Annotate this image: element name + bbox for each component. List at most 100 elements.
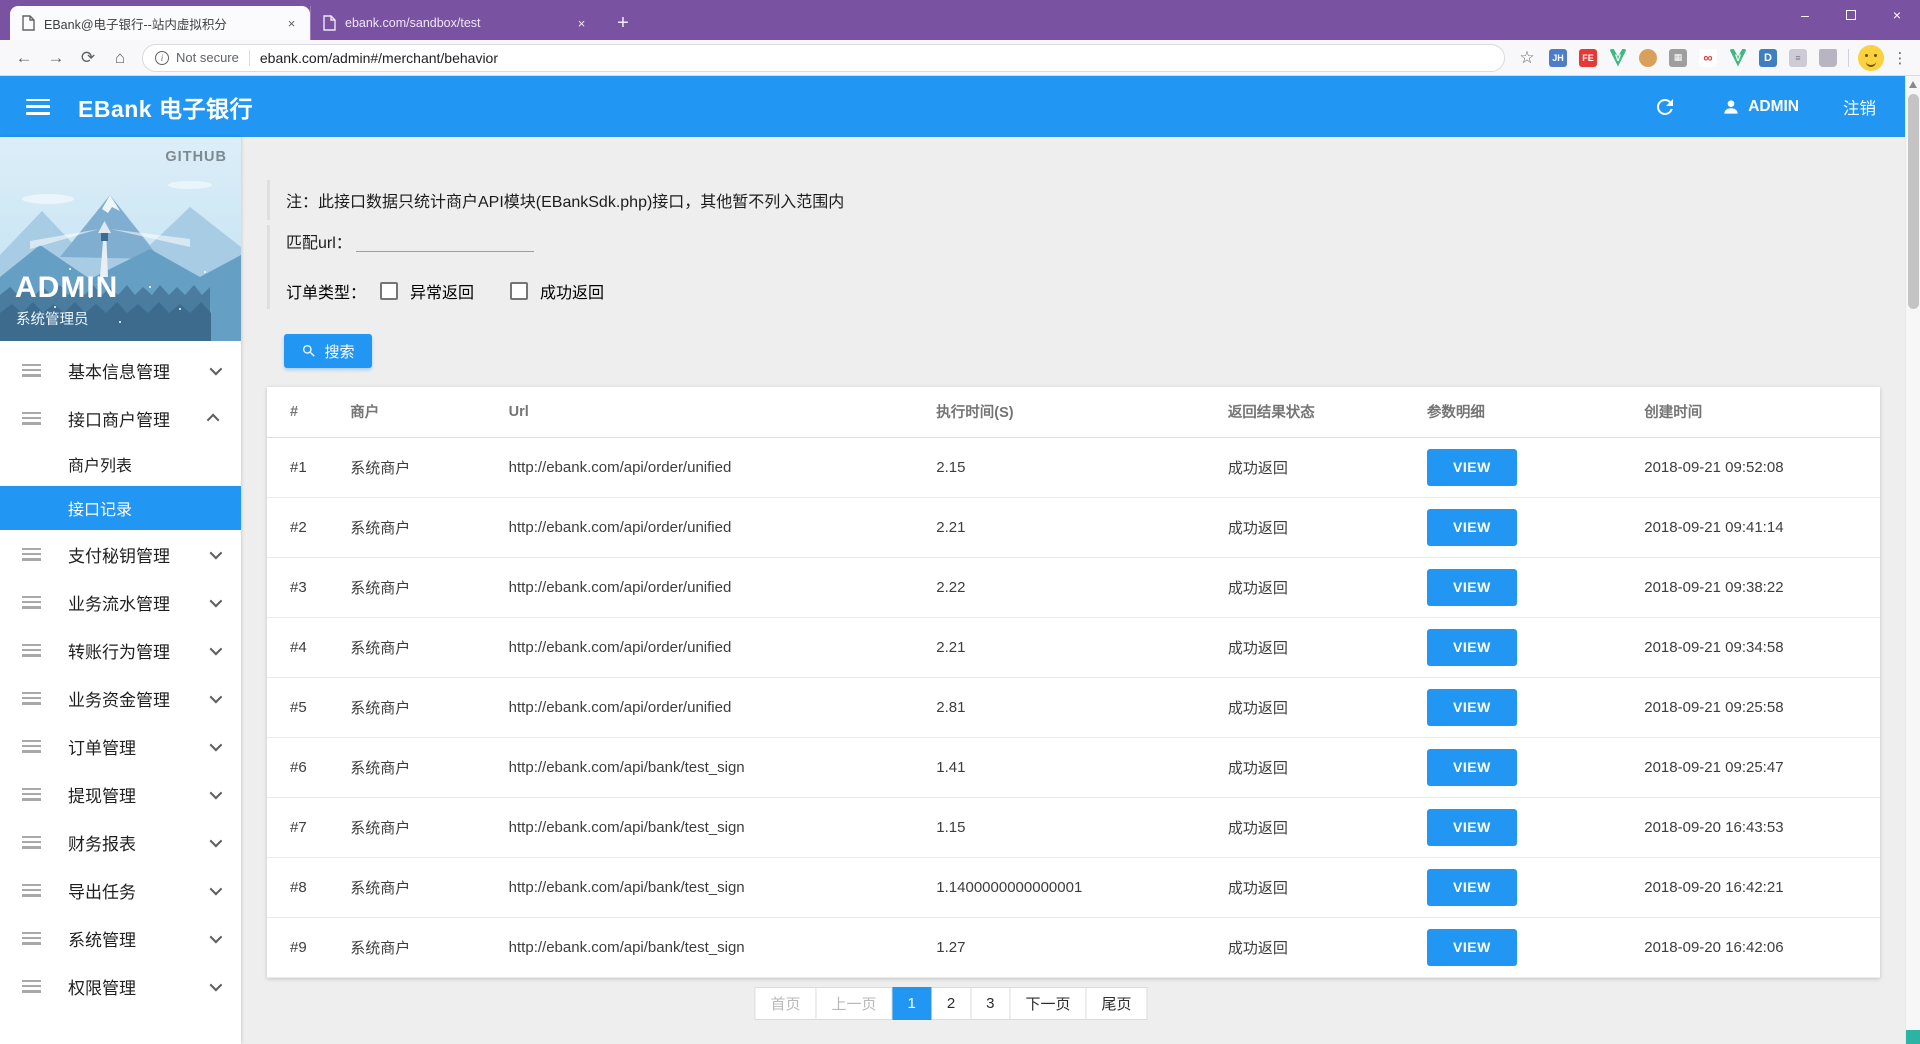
tab-close-icon[interactable]: × [283,15,300,32]
sidebar-subitem-merchant-list[interactable]: 商户列表 [0,442,241,486]
logout-button[interactable]: 注销 [1843,95,1876,119]
refresh-icon[interactable] [1653,95,1677,119]
extension-d-icon[interactable]: D [1756,46,1780,70]
created-cell: 2018-09-20 16:42:06 [1640,917,1880,978]
pagination-page-3[interactable]: 3 [971,987,1011,1020]
sidebar-item-permission-management[interactable]: 权限管理 [0,962,241,1010]
exec-time-cell: 2.21 [932,617,1224,678]
extension-vue-devtools-icon[interactable]: V [1726,46,1750,70]
sidebar-item-withdrawal[interactable]: 提现管理 [0,770,241,818]
main-content: 注：此接口数据只统计商户API模块(EBankSdk.php)接口，其他暂不列入… [241,137,1920,1044]
current-user[interactable]: ADMIN [1721,97,1799,117]
sidebar-item-transfer-behavior[interactable]: 转账行为管理 [0,626,241,674]
view-button[interactable]: VIEW [1426,868,1517,906]
window-restore-button[interactable] [1828,0,1874,30]
extension-cookie-icon[interactable] [1636,46,1660,70]
pagination-page-1[interactable]: 1 [892,987,932,1020]
sidebar-subitem-interface-records[interactable]: 接口记录 [0,486,241,530]
scrollbar-thumb[interactable] [1908,94,1919,309]
extension-vue-icon[interactable]: V [1606,46,1630,70]
row-id-cell: #5 [267,677,347,738]
url-cell: http://ebank.com/api/bank/test_sign [504,857,933,918]
sidebar-item-system-management[interactable]: 系统管理 [0,914,241,962]
success-return-label: 成功返回 [540,285,605,302]
view-button[interactable]: VIEW [1426,628,1517,666]
extension-infinity-icon[interactable]: ∞ [1696,46,1720,70]
search-button[interactable]: 搜索 [284,334,372,368]
status-cell: 成功返回 [1223,917,1423,978]
status-cell: 成功返回 [1223,797,1423,858]
pagination-page-2[interactable]: 2 [931,987,972,1020]
view-button[interactable]: VIEW [1426,688,1517,726]
window-close-button[interactable]: × [1874,0,1920,30]
merchant-cell: 系统商户 [346,497,505,558]
browser-tab-inactive[interactable]: ebank.com/sandbox/test × [310,6,600,40]
browser-tab-bar: EBank@电子银行--站内虚拟积分 × ebank.com/sandbox/t… [0,0,1920,40]
sidebar-item-financial-reports[interactable]: 财务报表 [0,818,241,866]
merchant-cell: 系统商户 [346,917,505,978]
view-button[interactable]: VIEW [1426,568,1517,606]
page-scrollbar[interactable] [1905,76,1920,1044]
extension-notes-icon[interactable]: ≡ [1786,46,1810,70]
chrome-menu-icon[interactable]: ⋮ [1888,49,1912,67]
reload-icon[interactable]: ⟳ [72,42,104,74]
sidebar-item-export-tasks[interactable]: 导出任务 [0,866,241,914]
extension-gray-icon[interactable]: ▦ [1666,46,1690,70]
created-cell: 2018-09-21 09:38:22 [1640,557,1880,618]
row-id-cell: #3 [267,557,347,618]
view-button[interactable]: VIEW [1426,748,1517,786]
back-icon[interactable]: ← [8,42,40,74]
table-row: #3 系统商户 http://ebank.com/api/order/unifi… [267,557,1880,618]
success-return-checkbox[interactable] [510,282,529,300]
window-minimize-button[interactable]: – [1782,0,1828,30]
exec-time-cell: 2.15 [932,437,1224,498]
view-button[interactable]: VIEW [1426,448,1517,486]
info-icon[interactable]: i [155,50,169,65]
abnormal-return-checkbox[interactable] [380,282,399,300]
sidebar-item-interface-merchant[interactable]: 接口商户管理 [0,394,241,442]
address-bar[interactable]: i Not secure ebank.com/admin#/merchant/b… [142,43,1505,72]
address-url[interactable]: ebank.com/admin#/merchant/behavior [260,50,498,66]
view-button[interactable]: VIEW [1426,928,1517,966]
chevron-down-icon [209,738,223,751]
status-cell: 成功返回 [1223,617,1423,678]
profile-avatar[interactable] [1858,44,1884,71]
home-icon[interactable]: ⌂ [104,42,136,74]
user-name: ADMIN [1748,97,1799,115]
pagination-last[interactable]: 尾页 [1086,987,1148,1020]
table-row: #8 系统商户 http://ebank.com/api/bank/test_s… [267,857,1880,918]
row-id-cell: #6 [267,737,347,798]
forward-icon[interactable]: → [40,42,72,74]
pagination-prev[interactable]: 上一页 [816,987,893,1020]
sidebar-item-payment-keys[interactable]: 支付秘钥管理 [0,530,241,578]
sidebar-item-basic-info[interactable]: 基本信息管理 [0,346,241,394]
scroll-up-arrow-icon[interactable] [1909,81,1917,88]
col-params: 参数明细 [1422,387,1641,438]
extension-printer-icon[interactable] [1816,46,1840,70]
list-icon [22,691,41,705]
view-button[interactable]: VIEW [1426,808,1517,846]
sidebar-item-business-funds[interactable]: 业务资金管理 [0,674,241,722]
sidebar-item-business-flow[interactable]: 业务流水管理 [0,578,241,626]
pagination-next[interactable]: 下一页 [1010,987,1087,1020]
list-icon [22,547,41,561]
merchant-cell: 系统商户 [346,437,505,498]
hamburger-menu-icon[interactable] [26,98,50,115]
tab-close-icon[interactable]: × [573,15,590,32]
extension-fe-icon[interactable]: FE [1576,46,1600,70]
browser-tab-active[interactable]: EBank@电子银行--站内虚拟积分 × [10,6,310,40]
exec-time-cell: 2.21 [932,497,1224,558]
new-tab-button[interactable]: + [609,9,637,37]
sidebar-item-order-management[interactable]: 订单管理 [0,722,241,770]
url-filter-input[interactable] [355,230,534,252]
table-row: #7 系统商户 http://ebank.com/api/bank/test_s… [267,797,1880,858]
list-icon [22,363,41,377]
pagination-first[interactable]: 首页 [754,987,817,1020]
col-merchant: 商户 [346,387,505,438]
sidebar-menu: 基本信息管理 接口商户管理 商户列表 接口记录 支付秘钥管理 业务流水管理 转账… [0,341,241,1010]
view-button[interactable]: VIEW [1426,508,1517,546]
github-badge[interactable]: GITHUB [165,149,227,165]
merchant-cell: 系统商户 [346,617,505,678]
extension-jh-icon[interactable]: JH [1546,46,1570,70]
bookmark-star-icon[interactable]: ☆ [1511,42,1543,74]
